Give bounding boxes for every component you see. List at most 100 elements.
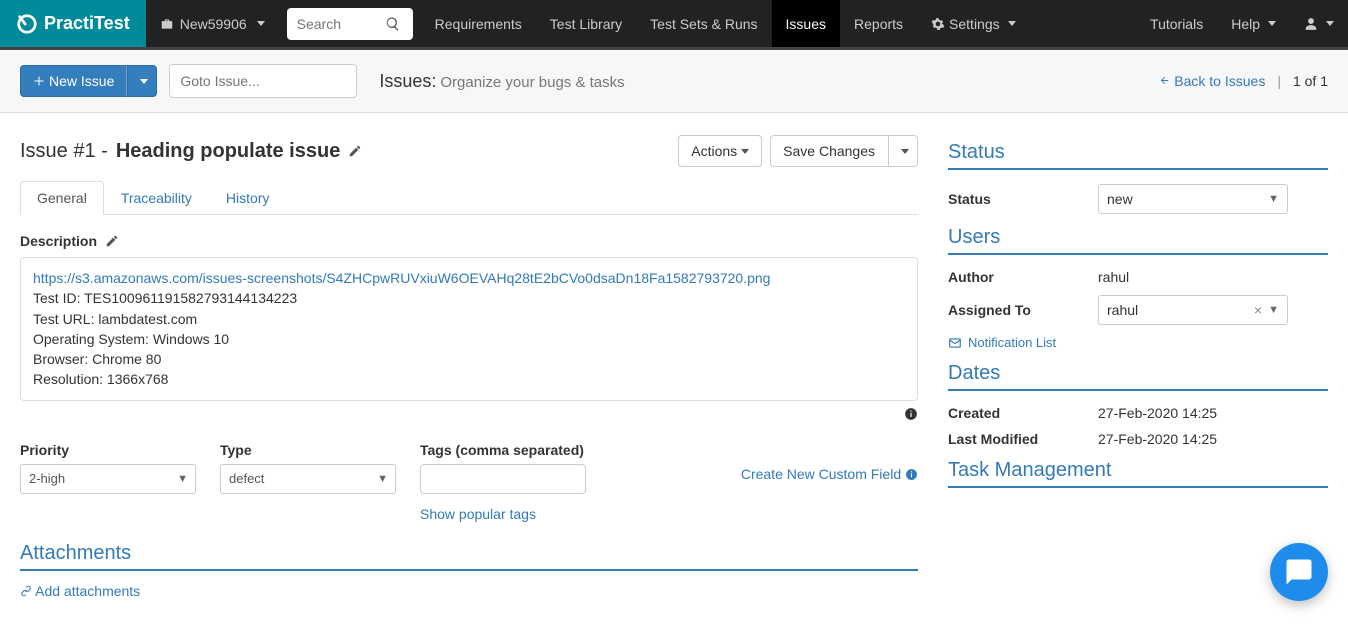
search-icon — [385, 16, 401, 32]
info-icon — [905, 468, 918, 481]
brand-logo[interactable]: PractiTest — [0, 0, 146, 47]
link-text: Create New Custom Field — [741, 466, 901, 482]
label-text: Description — [20, 233, 97, 249]
add-attachments-link[interactable]: Add attachments — [20, 583, 140, 599]
chevron-down-icon — [1326, 21, 1334, 26]
users-heading: Users — [948, 226, 1328, 255]
desc-test-id: Test ID: TES100961191582793144134223 — [33, 290, 297, 306]
nav-settings[interactable]: Settings — [917, 0, 1030, 47]
save-dropdown-button[interactable] — [888, 135, 918, 167]
notification-list-link[interactable]: Notification List — [948, 335, 1328, 350]
button-label: Save Changes — [783, 143, 875, 159]
practitest-icon — [16, 13, 38, 35]
clear-icon[interactable]: × — [1254, 302, 1262, 318]
field-label: Type — [220, 442, 396, 458]
actions-button[interactable]: Actions — [678, 135, 762, 167]
status-row: Status new ▼ — [948, 184, 1328, 214]
type-field: Type defect ▼ — [220, 442, 396, 494]
side-column: Status Status new ▼ Users Author rahul A… — [948, 125, 1328, 599]
created-value: 27-Feb-2020 14:25 — [1098, 405, 1328, 421]
field-label: Last Modified — [948, 431, 1098, 447]
created-row: Created 27-Feb-2020 14:25 — [948, 405, 1328, 421]
issue-title-row: Issue #1 - Heading populate issue Action… — [20, 135, 918, 167]
subbar: New Issue Issues: Organize your bugs & t… — [0, 50, 1348, 113]
new-issue-dropdown[interactable] — [127, 65, 157, 97]
nav-help[interactable]: Help — [1217, 0, 1290, 47]
field-label: Created — [948, 405, 1098, 421]
plus-icon — [33, 75, 45, 87]
chat-icon — [1284, 557, 1314, 587]
pencil-icon[interactable] — [348, 144, 362, 158]
create-custom-field-link[interactable]: Create New Custom Field — [741, 466, 918, 482]
assigned-to-select[interactable]: rahul × ▼ — [1098, 295, 1288, 325]
chevron-down-icon — [741, 149, 749, 154]
project-switcher[interactable]: New59906 — [146, 0, 279, 47]
nav-issues[interactable]: Issues — [772, 0, 840, 47]
tab-traceability[interactable]: Traceability — [104, 181, 209, 215]
page-heading: Issues: Organize your bugs & tasks — [379, 71, 624, 92]
issue-title: Issue #1 - Heading populate issue — [20, 140, 362, 163]
save-changes-button[interactable]: Save Changes — [770, 135, 888, 167]
screenshot-link[interactable]: https://s3.amazonaws.com/issues-screensh… — [33, 270, 770, 286]
briefcase-icon — [160, 17, 174, 31]
description-heading: Description — [20, 233, 918, 249]
issue-name: Heading populate issue — [116, 140, 340, 163]
field-label: Assigned To — [948, 302, 1098, 318]
priority-select-wrap: 2-high ▼ — [20, 464, 196, 494]
tags-input[interactable] — [420, 464, 586, 494]
nav-requirements[interactable]: Requirements — [421, 0, 536, 47]
fields-row: Priority 2-high ▼ Type defect ▼ Tags (co… — [20, 442, 918, 522]
chevron-down-icon — [140, 79, 148, 84]
new-issue-button[interactable]: New Issue — [20, 65, 127, 97]
author-value: rahul — [1098, 269, 1328, 285]
tags-field: Tags (comma separated) Show popular tags — [420, 442, 586, 522]
show-popular-tags-link[interactable]: Show popular tags — [420, 506, 586, 522]
gear-icon — [931, 17, 945, 31]
back-to-issues-link[interactable]: Back to Issues — [1159, 73, 1265, 89]
nav-test-library[interactable]: Test Library — [536, 0, 636, 47]
select-value: rahul — [1107, 302, 1138, 318]
issue-id: Issue #1 - — [20, 140, 108, 163]
nav-tutorials[interactable]: Tutorials — [1136, 0, 1217, 47]
search-wrap — [279, 0, 421, 47]
chevron-down-icon — [1008, 21, 1016, 26]
custom-field-link-wrap: Create New Custom Field — [741, 442, 918, 482]
author-row: Author rahul — [948, 269, 1328, 285]
user-icon — [1304, 17, 1318, 31]
description-box: https://s3.amazonaws.com/issues-screensh… — [20, 257, 918, 401]
nav-test-sets[interactable]: Test Sets & Runs — [636, 0, 771, 47]
goto-issue-input[interactable] — [169, 64, 357, 98]
task-heading: Task Management — [948, 459, 1328, 488]
nav-label: Test Library — [550, 16, 622, 32]
priority-field: Priority 2-high ▼ — [20, 442, 196, 494]
chevron-down-icon: ▼ — [1268, 193, 1279, 205]
info-icon[interactable] — [904, 407, 918, 421]
search-input[interactable] — [295, 15, 385, 33]
field-label: Author — [948, 269, 1098, 285]
tab-general[interactable]: General — [20, 181, 104, 215]
desc-browser: Browser: Chrome 80 — [33, 351, 161, 367]
chevron-down-icon — [901, 149, 909, 154]
chevron-down-icon — [257, 21, 265, 26]
search-box[interactable] — [287, 8, 413, 40]
link-text: Back to Issues — [1174, 73, 1265, 89]
project-name: New59906 — [180, 16, 247, 32]
nav-reports[interactable]: Reports — [840, 0, 917, 47]
type-select[interactable]: defect — [220, 464, 396, 494]
separator: | — [1277, 73, 1281, 89]
priority-select[interactable]: 2-high — [20, 464, 196, 494]
arrow-left-icon — [1159, 75, 1170, 86]
field-label: Priority — [20, 442, 196, 458]
tab-history[interactable]: History — [209, 181, 287, 215]
add-attachments-row: Add attachments — [20, 583, 918, 599]
desc-os: Operating System: Windows 10 — [33, 331, 229, 347]
chat-widget-button[interactable] — [1270, 543, 1328, 601]
pencil-icon[interactable] — [105, 234, 119, 248]
subbar-right: Back to Issues | 1 of 1 — [1159, 73, 1328, 89]
nav-user-menu[interactable] — [1290, 0, 1348, 47]
status-select[interactable]: new ▼ — [1098, 184, 1288, 214]
modified-value: 27-Feb-2020 14:25 — [1098, 431, 1328, 447]
tab-label: History — [226, 190, 270, 206]
action-buttons: Actions Save Changes — [678, 135, 918, 167]
attachments-heading: Attachments — [20, 542, 918, 571]
